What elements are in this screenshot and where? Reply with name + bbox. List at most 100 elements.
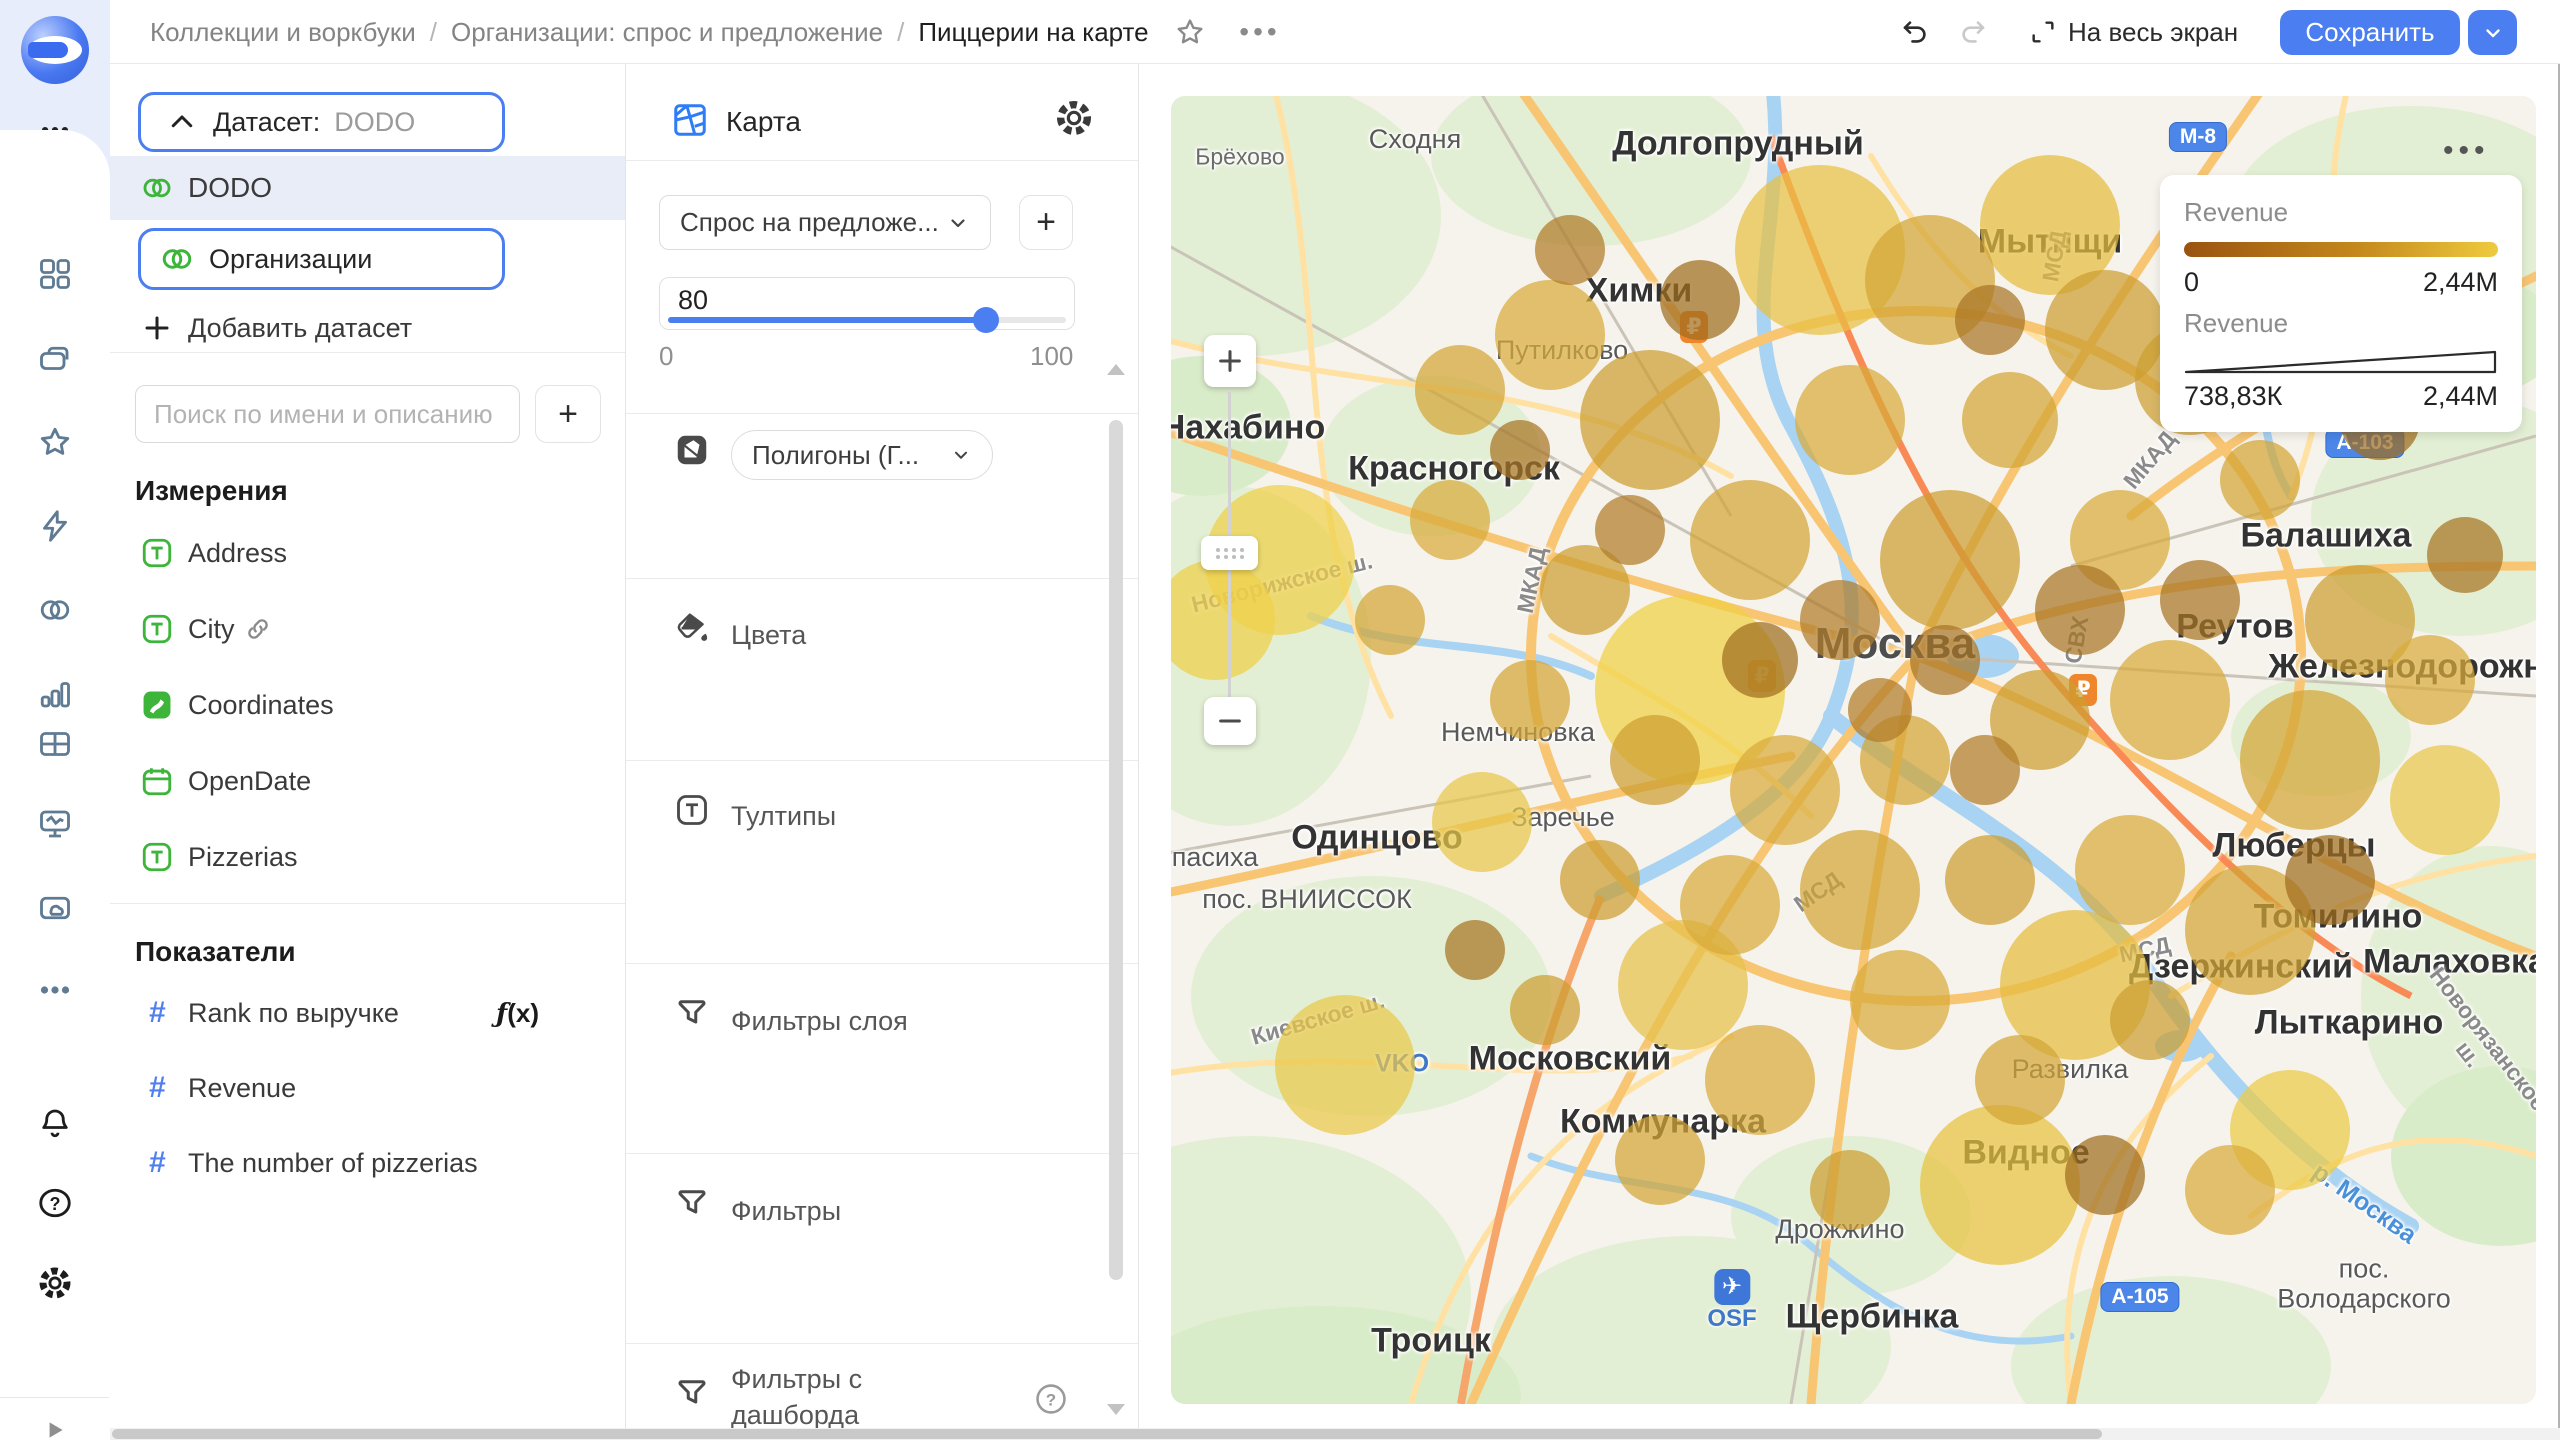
- redo-icon[interactable]: [1946, 0, 2000, 64]
- revenue-bubble[interactable]: [1275, 995, 1415, 1135]
- revenue-bubble[interactable]: [1945, 835, 2035, 925]
- revenue-bubble[interactable]: [1432, 772, 1532, 872]
- revenue-bubble[interactable]: [2220, 440, 2300, 520]
- fullscreen-icon[interactable]: [2018, 0, 2068, 64]
- revenue-bubble[interactable]: [2390, 745, 2500, 855]
- expand-rail-button[interactable]: [0, 1402, 110, 1440]
- breadcrumb-workbook[interactable]: Организации: спрос и предложение: [451, 17, 883, 48]
- revenue-bubble[interactable]: [1962, 372, 2058, 468]
- measure-item-revenue[interactable]: #Revenue: [110, 1058, 625, 1118]
- search-input[interactable]: [135, 385, 520, 443]
- colors-section[interactable]: Цвета: [731, 620, 806, 651]
- cloud-storage-icon[interactable]: [0, 880, 110, 936]
- geotype-selector[interactable]: Полигоны (Г...: [731, 430, 993, 480]
- map-canvas[interactable]: БрёховоСходняДолгопрудныйМытищиХимкиПути…: [1171, 96, 2536, 1404]
- add-layer-button[interactable]: +: [1019, 195, 1073, 250]
- revenue-bubble[interactable]: [1355, 585, 1425, 655]
- connections-icon[interactable]: [0, 498, 110, 554]
- revenue-bubble[interactable]: [2065, 1135, 2145, 1215]
- measure-item-rank-по-выручке[interactable]: #Rank по выручкеƒ(x): [110, 983, 625, 1043]
- revenue-bubble[interactable]: [1595, 495, 1665, 565]
- scrollbar-down-arrow[interactable]: [1107, 1404, 1125, 1415]
- map-menu-icon[interactable]: •••: [2443, 134, 2490, 168]
- opacity-slider[interactable]: [668, 317, 1066, 323]
- notifications-bell-icon[interactable]: [0, 1095, 110, 1151]
- zoom-in-button[interactable]: [1204, 335, 1256, 387]
- tooltips-section[interactable]: Тултипы: [731, 801, 836, 832]
- revenue-bubble[interactable]: [2160, 560, 2240, 640]
- revenue-bubble[interactable]: [1660, 260, 1740, 340]
- zoom-out-button[interactable]: [1204, 697, 1256, 745]
- revenue-bubble[interactable]: [2110, 980, 2190, 1060]
- revenue-bubble[interactable]: [1722, 622, 1798, 698]
- revenue-bubble[interactable]: [1415, 345, 1505, 435]
- revenue-bubble[interactable]: [1920, 1105, 2080, 1265]
- help-icon[interactable]: ?: [0, 1175, 110, 1231]
- dashboards-icon[interactable]: [0, 246, 110, 302]
- settings-gear-icon[interactable]: [0, 1255, 110, 1311]
- revenue-bubble[interactable]: [1580, 350, 1720, 490]
- dataset-item-organizations[interactable]: Организации: [138, 228, 505, 290]
- revenue-bubble[interactable]: [1975, 1035, 2065, 1125]
- scrollbar-up-arrow[interactable]: [1107, 364, 1125, 375]
- revenue-bubble[interactable]: [1615, 1115, 1705, 1205]
- charts-icon[interactable]: [0, 666, 110, 722]
- scrollbar-thumb[interactable]: [1109, 420, 1123, 1280]
- revenue-bubble[interactable]: [1680, 855, 1780, 955]
- add-field-button[interactable]: +: [535, 385, 601, 443]
- revenue-bubble[interactable]: [1490, 660, 1570, 740]
- revenue-bubble[interactable]: [1795, 365, 1905, 475]
- collections-icon[interactable]: [0, 330, 110, 386]
- revenue-bubble[interactable]: [1800, 580, 1880, 660]
- measure-item-the-number-of-pizzerias[interactable]: #The number of pizzerias: [110, 1133, 625, 1193]
- undo-icon[interactable]: [1888, 0, 1942, 64]
- monitoring-icon[interactable]: [0, 796, 110, 852]
- revenue-bubble[interactable]: [1950, 735, 2020, 805]
- zoom-slider-handle[interactable]: [1201, 536, 1258, 570]
- save-button[interactable]: Сохранить: [2280, 10, 2460, 55]
- revenue-bubble[interactable]: [1955, 285, 2025, 355]
- revenue-bubble[interactable]: [1690, 480, 1810, 600]
- revenue-bubble[interactable]: [1510, 975, 1580, 1045]
- save-dropdown-button[interactable]: [2468, 10, 2517, 55]
- revenue-bubble[interactable]: [1410, 480, 1490, 560]
- revenue-bubble[interactable]: [1850, 950, 1950, 1050]
- revenue-bubble[interactable]: [1910, 625, 1980, 695]
- fullscreen-label[interactable]: На весь экран: [2068, 0, 2258, 64]
- more-services-icon[interactable]: [0, 962, 110, 1018]
- revenue-bubble[interactable]: [1535, 215, 1605, 285]
- revenue-bubble[interactable]: [2110, 640, 2230, 760]
- revenue-bubble[interactable]: [1610, 715, 1700, 805]
- revenue-bubble[interactable]: [1495, 280, 1605, 390]
- tables-icon[interactable]: [0, 716, 110, 772]
- revenue-bubble[interactable]: [2035, 565, 2125, 655]
- revenue-bubble[interactable]: [2075, 815, 2185, 925]
- dimension-item-coordinates[interactable]: Coordinates: [110, 675, 625, 735]
- revenue-bubble[interactable]: [1490, 420, 1550, 480]
- revenue-bubble[interactable]: [1800, 830, 1920, 950]
- datalens-logo[interactable]: [21, 16, 89, 84]
- revenue-bubble[interactable]: [1445, 920, 1505, 980]
- layer-selector[interactable]: Спрос на предложе...: [659, 195, 991, 250]
- horizontal-scrollbar-thumb[interactable]: [112, 1429, 2102, 1439]
- filters-section[interactable]: Фильтры: [731, 1196, 841, 1227]
- dashboard-filters-section[interactable]: Фильтры с дашборда: [731, 1361, 862, 1434]
- chart-settings-gear-icon[interactable]: [1054, 98, 1094, 138]
- revenue-bubble[interactable]: [1880, 490, 2020, 630]
- revenue-bubble[interactable]: [1705, 1025, 1815, 1135]
- revenue-bubble[interactable]: [1810, 1150, 1890, 1230]
- revenue-bubble[interactable]: [2385, 635, 2475, 725]
- breadcrumb-collections[interactable]: Коллекции и воркбуки: [150, 17, 416, 48]
- dimension-item-address[interactable]: Address: [110, 523, 625, 583]
- dataset-selector[interactable]: Датасет: DODO: [138, 92, 505, 152]
- revenue-bubble[interactable]: [1848, 678, 1912, 742]
- dashboard-filters-help-icon[interactable]: ?: [1034, 1382, 1068, 1416]
- layer-filters-section[interactable]: Фильтры слоя: [731, 1006, 908, 1037]
- revenue-bubble[interactable]: [2285, 835, 2375, 925]
- revenue-bubble[interactable]: [1560, 840, 1640, 920]
- dimension-item-opendate[interactable]: OpenDate: [110, 751, 625, 811]
- dimension-item-pizzerias[interactable]: Pizzerias: [110, 827, 625, 887]
- dataset-item-dodo[interactable]: DODO: [110, 156, 625, 220]
- revenue-bubble[interactable]: [2427, 517, 2503, 593]
- revenue-bubble[interactable]: [1730, 735, 1840, 845]
